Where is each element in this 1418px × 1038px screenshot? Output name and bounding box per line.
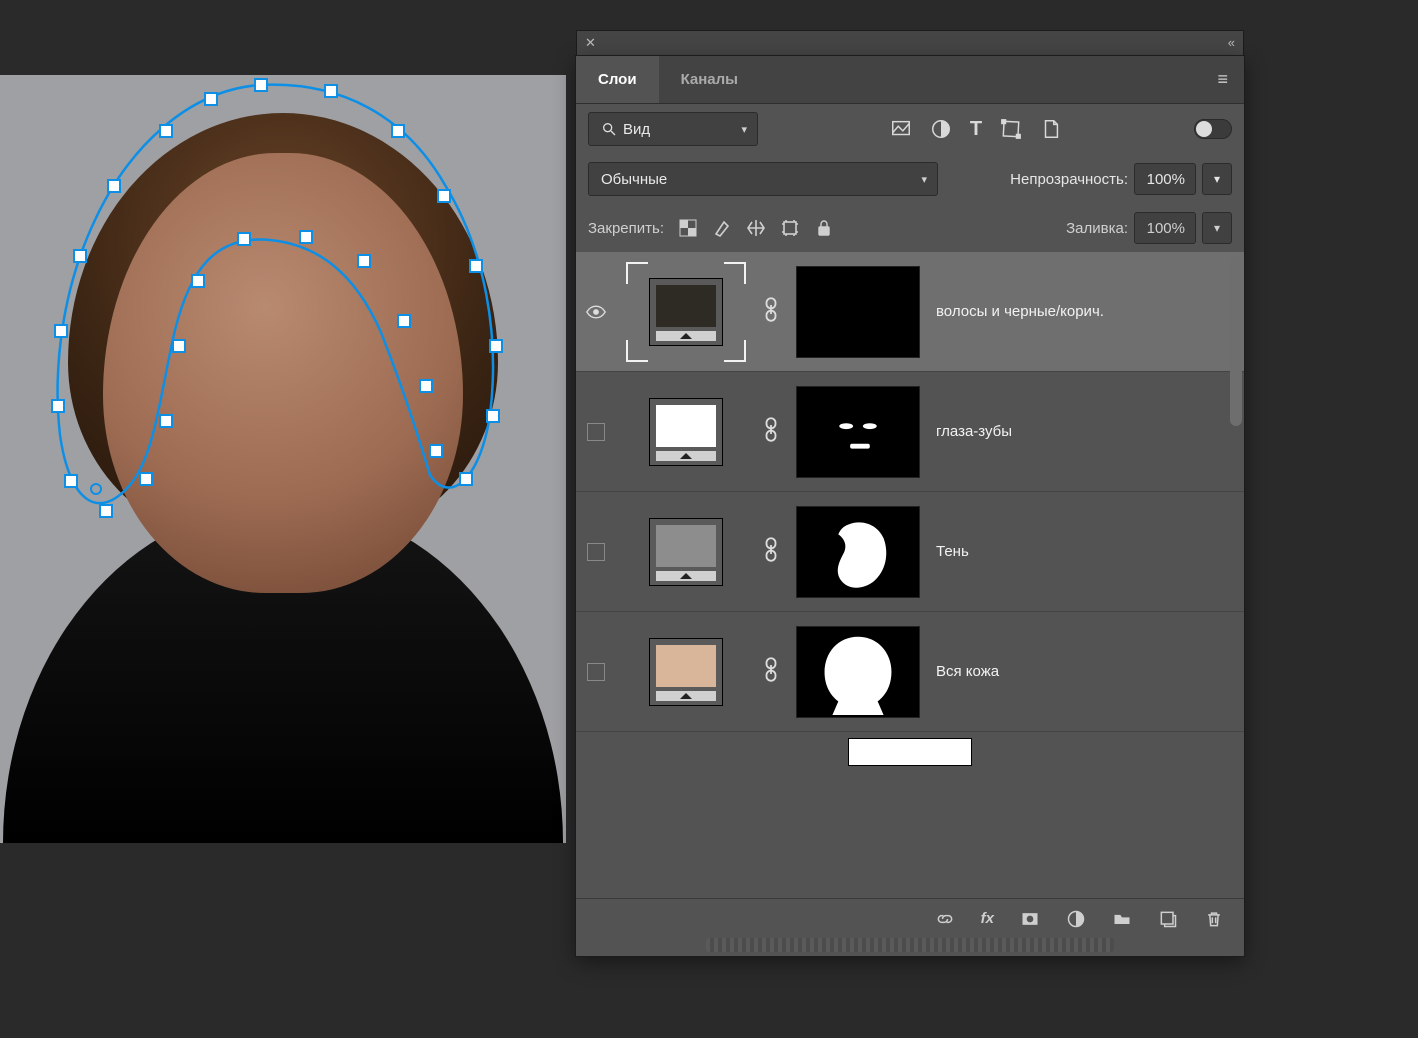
- lock-pixels-icon[interactable]: [712, 218, 732, 238]
- layer-visibility-toggle[interactable]: [582, 423, 610, 441]
- layer-row-partial[interactable]: [576, 732, 1244, 768]
- layer-style-icon[interactable]: fx: [981, 910, 994, 927]
- layer-thumbnail[interactable]: [626, 622, 746, 722]
- panel-resize-grip[interactable]: [706, 938, 1114, 952]
- eye-icon: [586, 305, 606, 319]
- chevron-down-icon: ▾: [741, 123, 747, 136]
- layer-visibility-toggle[interactable]: [582, 663, 610, 681]
- new-group-icon[interactable]: [1112, 909, 1132, 929]
- opacity-value-field[interactable]: 100%: [1134, 163, 1196, 195]
- layer-thumbnail[interactable]: [626, 262, 746, 362]
- layer-visibility-toggle[interactable]: [582, 305, 610, 319]
- link-icon[interactable]: [762, 536, 780, 567]
- layer-filter-kind-select[interactable]: Вид ▾: [588, 112, 758, 146]
- blend-mode-select[interactable]: Обычные ▾: [588, 162, 938, 196]
- panel-menu-icon[interactable]: ≡: [1201, 69, 1244, 90]
- link-icon[interactable]: [762, 296, 780, 327]
- layer-row[interactable]: волосы и черные/корич.: [576, 252, 1244, 372]
- delete-layer-icon[interactable]: [1204, 909, 1224, 929]
- blend-mode-value: Обычные: [601, 171, 667, 188]
- panel-footer: fx: [576, 898, 1244, 938]
- layer-filter-toggle[interactable]: [1194, 119, 1232, 139]
- layer-row[interactable]: глаза-зубы: [576, 372, 1244, 492]
- tab-layers[interactable]: Слои: [576, 56, 659, 103]
- tab-channels[interactable]: Каналы: [659, 56, 760, 103]
- layer-thumbnail[interactable]: [626, 382, 746, 482]
- filter-adjustment-icon[interactable]: [930, 118, 952, 140]
- lock-all-icon[interactable]: [814, 218, 834, 238]
- panel-title-bar[interactable]: ✕ «: [576, 30, 1244, 56]
- fill-dropdown-button[interactable]: ▾: [1202, 212, 1232, 244]
- opacity-label: Непрозрачность:: [1010, 171, 1128, 188]
- lock-transparency-icon[interactable]: [678, 218, 698, 238]
- lock-label: Закрепить:: [588, 220, 664, 237]
- link-layers-icon[interactable]: [935, 909, 955, 929]
- link-icon[interactable]: [762, 656, 780, 687]
- add-mask-icon[interactable]: [1020, 909, 1040, 929]
- layer-filter-kind-label: Вид: [623, 121, 650, 138]
- collapse-icon[interactable]: «: [1228, 35, 1235, 50]
- layer-mask-thumbnail[interactable]: [796, 386, 920, 478]
- search-icon: [601, 121, 617, 137]
- layers-panel: Слои Каналы ≡ Вид ▾ T: [576, 56, 1244, 956]
- layer-row[interactable]: Вся кожа: [576, 612, 1244, 732]
- layer-mask-thumbnail[interactable]: [796, 266, 920, 358]
- panel-tabbar: Слои Каналы ≡: [576, 56, 1244, 104]
- layer-name[interactable]: Тень: [936, 543, 1234, 560]
- layers-list: волосы и черные/корич. глаза-зубы: [576, 252, 1244, 898]
- filter-pixel-icon[interactable]: [890, 118, 912, 140]
- opacity-value: 100%: [1147, 171, 1185, 188]
- new-adjustment-icon[interactable]: [1066, 909, 1086, 929]
- layer-mask-thumbnail[interactable]: [796, 506, 920, 598]
- filter-type-icon[interactable]: T: [970, 118, 982, 141]
- layer-visibility-toggle[interactable]: [582, 543, 610, 561]
- layer-mask-thumbnail[interactable]: [796, 626, 920, 718]
- link-icon[interactable]: [762, 416, 780, 447]
- fill-value-field[interactable]: 100%: [1134, 212, 1196, 244]
- chevron-down-icon: ▾: [921, 173, 927, 186]
- layer-thumbnail[interactable]: [626, 502, 746, 602]
- vector-path[interactable]: [0, 75, 566, 843]
- new-layer-icon[interactable]: [1158, 909, 1178, 929]
- filter-smartobject-icon[interactable]: [1040, 118, 1062, 140]
- lock-position-icon[interactable]: [746, 218, 766, 238]
- layer-name[interactable]: волосы и черные/корич.: [936, 303, 1234, 320]
- visibility-empty-icon: [587, 543, 605, 561]
- layer-name[interactable]: глаза-зубы: [936, 423, 1234, 440]
- close-icon[interactable]: ✕: [585, 35, 596, 51]
- filter-shape-icon[interactable]: [1000, 118, 1022, 140]
- layer-filter-type-icons: T: [890, 118, 1062, 141]
- layer-thumbnail: [848, 738, 972, 766]
- fill-label: Заливка:: [1066, 220, 1128, 237]
- fill-value: 100%: [1147, 220, 1185, 237]
- lock-artboard-icon[interactable]: [780, 218, 800, 238]
- visibility-empty-icon: [587, 423, 605, 441]
- layer-row[interactable]: Тень: [576, 492, 1244, 612]
- document-canvas[interactable]: [0, 75, 566, 843]
- layer-name[interactable]: Вся кожа: [936, 663, 1234, 680]
- scrollbar-thumb[interactable]: [1230, 256, 1242, 426]
- visibility-empty-icon: [587, 663, 605, 681]
- opacity-dropdown-button[interactable]: ▾: [1202, 163, 1232, 195]
